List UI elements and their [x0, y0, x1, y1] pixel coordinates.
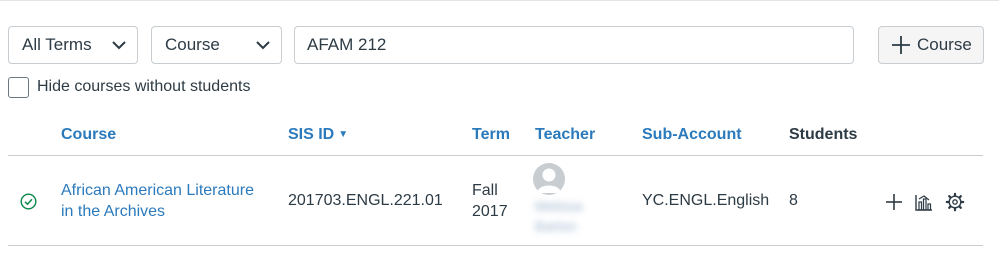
- column-header-sub-account[interactable]: Sub-Account: [642, 126, 742, 144]
- top-divider: [0, 0, 999, 1]
- term-cell: Fall 2017: [472, 180, 508, 222]
- hide-empty-courses-label: Hide courses without students: [37, 78, 251, 95]
- teacher-name-link[interactable]: Melissa Barton: [535, 196, 582, 236]
- column-header-teacher[interactable]: Teacher: [535, 126, 595, 144]
- term-name: Fall: [472, 182, 498, 199]
- column-header-sub-account-label: Sub-Account: [642, 126, 742, 143]
- add-course-label: Course: [917, 35, 972, 54]
- course-name-line: African American Literature: [61, 182, 254, 199]
- column-header-course-label: Course: [61, 126, 117, 143]
- column-header-students-label: Students: [789, 126, 858, 143]
- column-header-teacher-label: Teacher: [535, 126, 596, 143]
- teacher-first-name: Melissa: [535, 198, 583, 214]
- sub-account-cell: YC.ENGL.English: [642, 192, 770, 209]
- course-search-input[interactable]: [294, 26, 854, 64]
- add-user-icon[interactable]: [884, 192, 904, 212]
- add-course-button[interactable]: Course: [878, 26, 984, 64]
- term-year: 2017: [472, 203, 508, 220]
- hide-empty-courses-option[interactable]: Hide courses without students: [8, 76, 250, 98]
- course-name-line: in the Archives: [61, 203, 166, 220]
- column-header-sis-id[interactable]: SIS ID ▼: [288, 126, 348, 144]
- chevron-down-icon: [256, 41, 270, 50]
- course-type-select[interactable]: Course: [151, 26, 282, 64]
- teacher-last-name: Barton: [535, 218, 577, 234]
- column-header-course[interactable]: Course: [61, 126, 116, 144]
- column-header-sis-id-label: SIS ID: [288, 126, 335, 143]
- term-filter-select[interactable]: All Terms: [8, 26, 138, 64]
- hide-empty-courses-checkbox[interactable]: [8, 76, 29, 98]
- students-count-cell: 8: [789, 192, 798, 209]
- row-divider: [8, 245, 983, 246]
- plus-icon: [892, 36, 910, 54]
- column-header-term-label: Term: [472, 126, 510, 143]
- column-header-term[interactable]: Term: [472, 126, 510, 144]
- gear-icon[interactable]: [945, 192, 965, 212]
- column-header-students: Students: [789, 126, 857, 144]
- teacher-avatar[interactable]: [533, 163, 565, 195]
- course-type-value: Course: [165, 35, 220, 54]
- header-divider: [8, 155, 983, 156]
- course-name-link[interactable]: African American Literature in the Archi…: [61, 180, 254, 222]
- sis-id-cell: 201703.ENGL.221.01: [288, 192, 443, 209]
- chevron-down-icon: [112, 41, 126, 50]
- term-filter-value: All Terms: [22, 35, 92, 54]
- user-avatar-icon: [537, 168, 561, 193]
- statistics-icon[interactable]: [914, 192, 934, 212]
- published-check-icon: [20, 193, 37, 210]
- sort-descending-icon: ▼: [338, 129, 349, 140]
